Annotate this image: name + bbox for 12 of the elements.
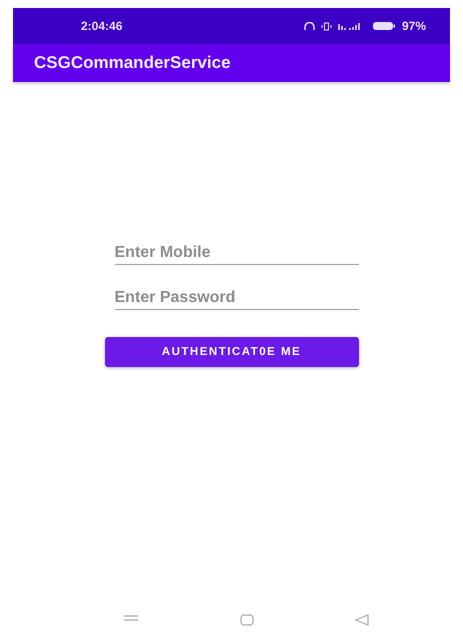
authenticate-button[interactable]: AUTHENTICAT0E ME: [104, 337, 358, 367]
home-icon[interactable]: [238, 614, 254, 626]
back-icon[interactable]: [354, 614, 370, 626]
app-title: CSGCommanderService: [34, 53, 231, 73]
input-field[interactable]: Enter Mobile: [114, 242, 358, 265]
input-field[interactable]: Enter Password: [114, 287, 358, 310]
headphones-icon: [304, 22, 315, 30]
menu-icon[interactable]: [123, 614, 139, 622]
clock: 2:04:46: [81, 19, 122, 33]
battery-icon: [372, 21, 396, 31]
vibrate-icon: [320, 22, 332, 30]
battery-level: 97%: [402, 19, 426, 33]
